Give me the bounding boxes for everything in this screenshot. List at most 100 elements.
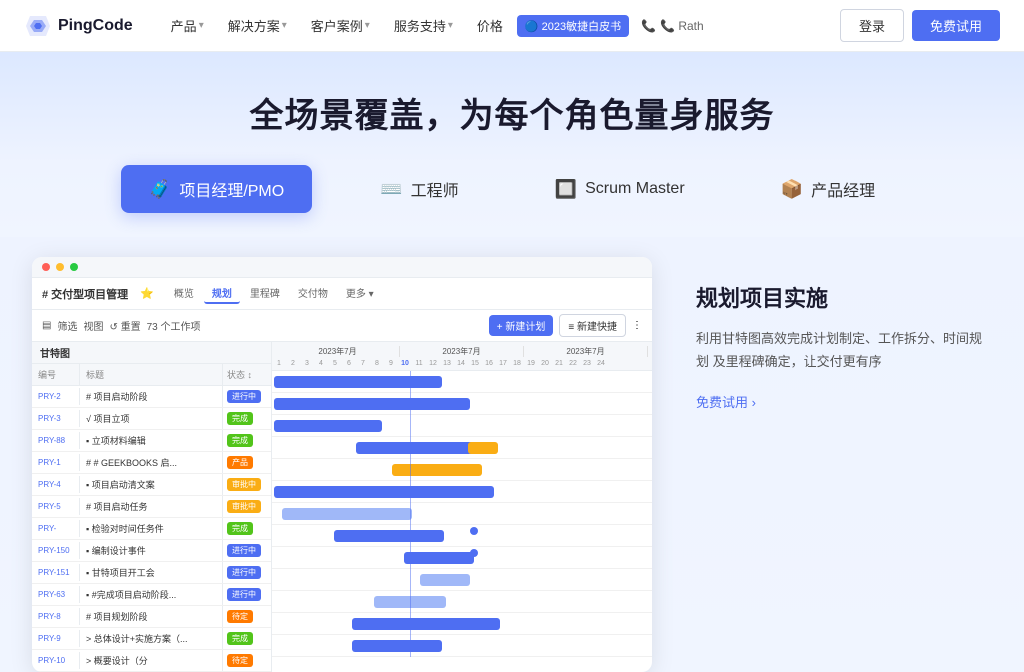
gantt-bar[interactable] [274,376,442,388]
gantt-day-11: 11 [412,360,426,367]
table-row: PRY-9 > 总体设计+实施方案（... 完成 [32,628,271,650]
status-badge: 完成 [227,434,253,447]
gantt-bar-row [272,393,652,415]
row-id: PRY-150 [32,542,80,559]
gantt-day-22: 22 [566,360,580,367]
gantt-day-1: 1 [272,360,286,367]
nav-label-price: 价格 [477,19,503,34]
gantt-bar-row [272,635,652,657]
right-panel-link[interactable]: 免费试用 › [696,395,756,410]
row-title: ▪ 项目启动清文案 [80,474,223,495]
status-badge: 完成 [227,522,253,535]
role-label-scrum: Scrum Master [585,180,685,198]
role-tab-pm[interactable]: 📦 产品经理 [753,165,903,213]
gantt-tab-overview[interactable]: 概览 [166,283,202,304]
row-status: 审批中 [223,496,271,517]
gantt-day-20: 20 [538,360,552,367]
nav-item-cases[interactable]: 客户案例 ▾ [301,10,380,41]
gantt-filter-icon: ▤ [42,320,51,331]
gantt-marker [470,527,478,535]
nav-item-price[interactable]: 价格 [467,10,513,41]
gantt-bar[interactable] [274,398,470,410]
col-header-status: 状态 ↕ [223,364,271,385]
gantt-bar[interactable] [352,618,500,630]
gantt-bar[interactable] [404,552,474,564]
table-row: PRY-3 √ 项目立项 完成 [32,408,271,430]
gantt-bar[interactable] [334,530,444,542]
gantt-day-15: 15 [468,360,482,367]
gantt-view-label[interactable]: 视图 [83,318,103,333]
gantt-reset-label[interactable]: ↺ 重置 [109,318,140,333]
row-title: ▪ 立项材料编辑 [80,430,223,451]
status-badge: 进行中 [227,390,261,403]
role-tab-engineer[interactable]: ⌨️ 工程师 [352,165,486,213]
gantt-bar[interactable] [392,464,482,476]
gantt-tab-milestone[interactable]: 里程碑 [242,283,288,304]
gantt-tab-more[interactable]: 更多 ▾ [338,283,382,304]
row-id: PRY-63 [32,586,80,603]
pm-icon: 📦 [781,179,803,200]
table-row: PRY-10 > 概要设计（分 待定 [32,650,271,672]
gantt-tab-delivery[interactable]: 交付物 [290,283,336,304]
gantt-month-july-3: 2023年7月 [524,346,648,357]
gantt-bar[interactable] [356,442,486,454]
new-issue-button[interactable]: ≡ 新建快捷 [559,314,626,337]
row-title: ▪ #完成项目启动阶段... [80,584,223,605]
gantt-bar[interactable] [352,640,442,652]
row-id: PRY-9 [32,630,80,647]
gantt-bar[interactable] [274,486,494,498]
role-tab-pmo[interactable]: 🧳 项目经理/PMO [121,165,312,213]
right-panel: 规划项目实施 利用甘特图高效完成计划制定、工作拆分、时间规划 及里程碑确定，让交… [684,257,992,412]
gantt-bar[interactable] [282,508,412,520]
gantt-rows: PRY-2 # 项目启动阶段 进行中 PRY-3 √ 项目立项 完成 PRY-8… [32,386,271,672]
nav-item-solution[interactable]: 解决方案 ▾ [218,10,297,41]
status-badge: 进行中 [227,588,261,601]
gantt-day-10: 10 [398,360,412,367]
gantt-tab-plan[interactable]: 规划 [204,283,240,304]
gantt-month-july-2: 2023年7月 [400,346,524,357]
gantt-day-19: 19 [524,360,538,367]
row-status: 完成 [223,430,271,451]
row-title: √ 项目立项 [80,408,223,429]
gantt-bar[interactable] [374,596,446,608]
role-tab-scrum[interactable]: 🔲 Scrum Master [527,167,713,212]
gantt-filter-label[interactable]: 筛选 [57,318,77,333]
gantt-bar[interactable] [274,420,382,432]
nav-label-solution: 解决方案 [228,16,280,35]
row-id: PRY-1 [32,454,80,471]
row-status: 产品 [223,452,271,473]
gantt-bar-row [272,481,652,503]
gantt-day-13: 13 [440,360,454,367]
nav-item-support[interactable]: 服务支持 ▾ [384,10,463,41]
free-trial-button[interactable]: 免费试用 [912,10,1000,41]
gantt-bar[interactable] [420,574,470,586]
row-id: PRY-3 [32,410,80,427]
status-badge: 审批中 [227,500,261,513]
window-minimize-dot [56,263,64,271]
right-panel-description: 利用甘特图高效完成计划制定、工作拆分、时间规划 及里程碑确定，让交付更有序 [696,327,992,374]
brand-logo[interactable]: PingCode [24,12,133,40]
engineer-icon: ⌨️ [380,179,402,200]
row-title: ▪ 检验对时间任务件 [80,518,223,539]
new-plan-button[interactable]: + 新建计划 [489,315,554,336]
status-badge: 进行中 [227,566,261,579]
status-badge: 产品 [227,456,253,469]
gantt-month-july-1: 2023年7月 [276,346,400,357]
gantt-sub-right: + 新建计划 ≡ 新建快捷 ⋮ [489,314,642,337]
gantt-marker [470,549,478,557]
row-id: PRY-10 [32,652,80,669]
gantt-settings-icon[interactable]: ⋮ [632,320,642,331]
gantt-day-24: 24 [594,360,608,367]
gantt-day-3: 3 [300,360,314,367]
role-label-pmo: 项目经理/PMO [179,177,284,201]
row-status: 进行中 [223,584,271,605]
gantt-bars-area [272,371,652,657]
hero-section: 全场景覆盖，为每个角色量身服务 🧳 项目经理/PMO ⌨️ 工程师 🔲 Scru… [0,52,1024,237]
right-panel-title: 规划项目实施 [696,281,992,313]
gantt-day-6: 6 [342,360,356,367]
table-row: PRY-150 ▪ 编制设计事件 进行中 [32,540,271,562]
nav-item-product[interactable]: 产品 ▾ [161,10,214,41]
nav-badge-whitepaper[interactable]: 🔵 2023敏捷白皮书 [517,15,629,37]
login-button[interactable]: 登录 [840,9,904,42]
gantt-day-18: 18 [510,360,524,367]
